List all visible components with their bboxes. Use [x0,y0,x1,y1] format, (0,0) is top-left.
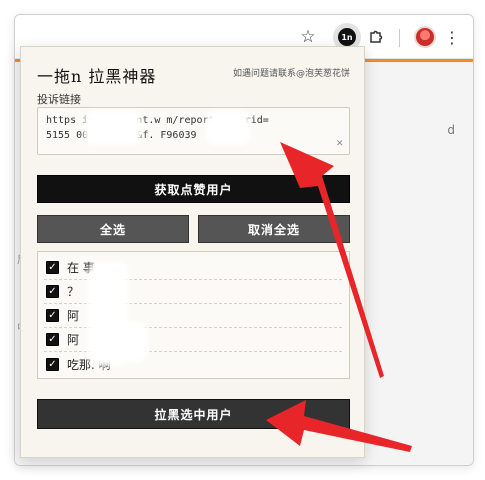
user-name: 阿 [67,309,80,323]
toolbar-separator [399,29,400,47]
select-all-button[interactable]: 全选 [37,215,189,243]
checkbox-checked[interactable]: ✓ [46,309,59,322]
redaction-blur [116,322,148,362]
deselect-all-button[interactable]: 取消全选 [198,215,350,243]
clear-icon[interactable]: ✕ [336,135,343,150]
redaction-blur [84,111,142,145]
page-right-text: d [447,123,455,137]
user-name: ？ [67,285,80,299]
fetch-likers-button[interactable]: 获取点赞用户 [37,175,350,203]
checkbox-checked[interactable]: ✓ [46,357,59,371]
kebab-menu-icon[interactable]: ⋮ [440,25,464,49]
user-list: ✓ 在 事 ✓ ？ ✓ 阿 ✓ 阿 ✓ 吃那. 啊 [37,251,350,379]
report-link-input[interactable]: https ice.account.w m/reportspam?rid= 51… [37,107,350,155]
extension-badge: 1n [338,28,356,46]
profile-avatar[interactable] [414,26,436,48]
extension-popup: 一拖n 拉黑神器 如遇问题请联系@泡芙葱花饼 投诉链接 https ice.ac… [20,46,365,458]
checkbox-checked[interactable]: ✓ [46,261,59,274]
checkbox-checked[interactable]: ✓ [46,285,59,298]
user-name: 阿 [67,333,80,347]
popup-title: 一拖n 拉黑神器 [37,67,157,86]
puzzle-icon[interactable] [364,25,388,49]
checkbox-checked[interactable]: ✓ [46,333,59,346]
link-label: 投诉链接 [37,93,81,106]
block-selected-users-button[interactable]: 拉黑选中用户 [37,399,350,429]
contact-note: 如遇问题请联系@泡芙葱花饼 [232,69,350,79]
redaction-blur [206,111,250,145]
